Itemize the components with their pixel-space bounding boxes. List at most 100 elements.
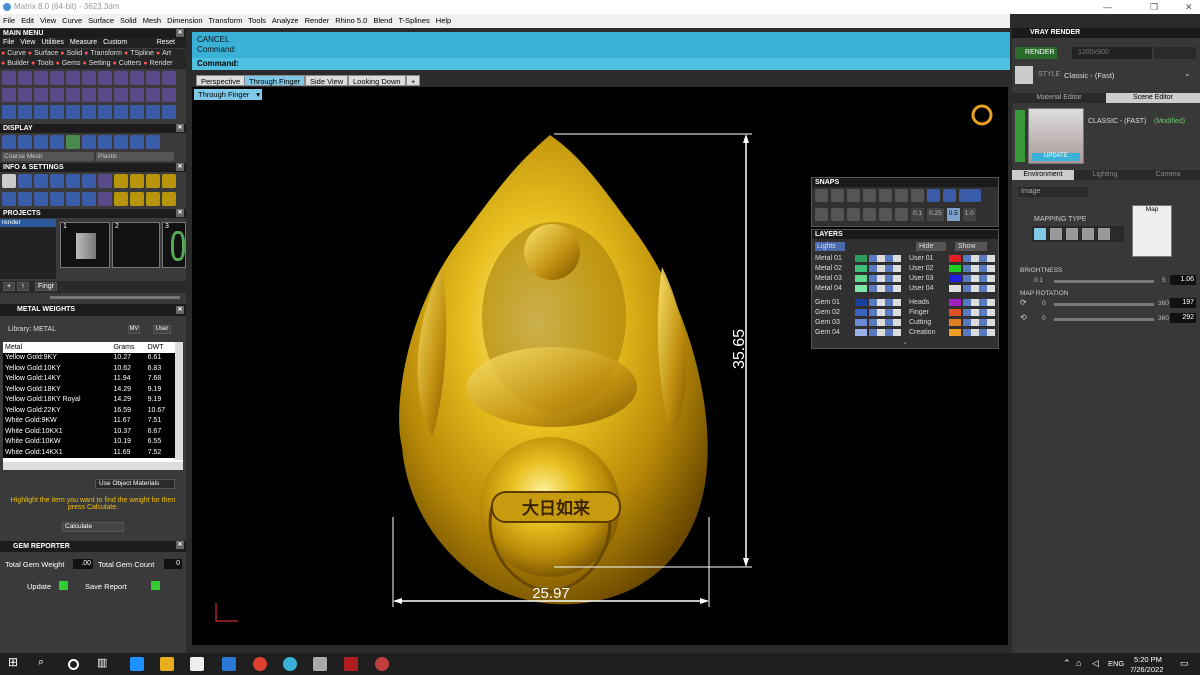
layer-color-swatch[interactable] (855, 255, 867, 262)
table-row[interactable]: Yellow Gold:22KY 16.59 10.67 (3, 405, 175, 416)
curve-tool-icon[interactable] (114, 71, 128, 85)
info-tool-icon[interactable] (34, 174, 48, 188)
mapping-cylinder-icon[interactable] (1066, 228, 1078, 240)
search-icon[interactable]: ⌕ (38, 656, 52, 670)
transform-tool-icon[interactable] (114, 105, 128, 119)
info-tool-icon[interactable] (130, 174, 144, 188)
edge-icon[interactable] (130, 657, 144, 671)
table-row[interactable]: White Gold:9KW 11.67 7.51 (3, 415, 175, 426)
surface-tool-icon[interactable] (66, 88, 80, 102)
layer-row[interactable]: Gem 04 (815, 328, 840, 337)
mm-view[interactable]: View (17, 39, 38, 46)
info-tool-icon[interactable] (114, 174, 128, 188)
projects-scroll[interactable] (50, 296, 180, 299)
layer-row[interactable]: Gem 01 (815, 298, 840, 307)
info-tool-icon[interactable] (114, 192, 128, 206)
reset-button[interactable]: Reset (154, 38, 178, 48)
layer-row[interactable]: User 01 (909, 254, 934, 263)
display-mode-icon[interactable] (2, 135, 16, 149)
rotation-value-2[interactable]: 292 (1170, 313, 1196, 323)
menu-tsplines[interactable]: T-Splines (396, 14, 433, 28)
layer-controls[interactable] (963, 285, 995, 292)
mm-tools[interactable]: Tools (36, 60, 54, 67)
menu-edit[interactable]: Edit (18, 14, 37, 28)
mm-cutters[interactable]: Cutters (118, 60, 143, 67)
menu-tools[interactable]: Tools (245, 14, 269, 28)
layer-controls[interactable] (869, 319, 901, 326)
transform-tool-icon[interactable] (130, 105, 144, 119)
layer-controls[interactable] (963, 329, 995, 336)
snap-cen-icon[interactable] (879, 189, 892, 202)
mm-art[interactable]: Art (161, 50, 172, 57)
tab-scene-editor[interactable]: Scene Editor (1106, 93, 1200, 103)
app-icon[interactable] (375, 657, 389, 671)
display-mode-icon[interactable] (130, 135, 144, 149)
mm-setting[interactable]: Setting (88, 60, 112, 67)
layer-controls[interactable] (963, 299, 995, 306)
layer-controls[interactable] (869, 329, 901, 336)
project-thumb-1[interactable]: 1 (60, 222, 110, 268)
brightness-slider[interactable] (1054, 280, 1154, 283)
resolution-field[interactable]: 1200x900 (1072, 47, 1152, 59)
layer-color-swatch[interactable] (949, 309, 961, 316)
transform-tool-icon[interactable] (34, 105, 48, 119)
save-report-button[interactable]: Save Report (85, 582, 127, 591)
layer-color-swatch[interactable] (855, 265, 867, 272)
menu-view[interactable]: View (37, 14, 59, 28)
surface-tool-icon[interactable] (98, 88, 112, 102)
tab-add[interactable]: + (406, 75, 421, 86)
layer-controls[interactable] (869, 275, 901, 282)
mapping-box-icon[interactable] (1050, 228, 1062, 240)
mm-tspline[interactable]: TSpline (129, 50, 155, 57)
layer-color-swatch[interactable] (949, 329, 961, 336)
curve-tool-icon[interactable] (50, 71, 64, 85)
close-icon[interactable]: ✕ (176, 306, 184, 314)
close-icon[interactable]: ✕ (176, 29, 184, 37)
mm-transform[interactable]: Transform (89, 50, 123, 57)
project-item[interactable]: render (0, 219, 56, 227)
menu-help[interactable]: Help (433, 14, 454, 28)
layer-row[interactable]: Finger (909, 308, 929, 317)
eye-icon[interactable] (879, 208, 892, 221)
menu-solid[interactable]: Solid (117, 14, 140, 28)
info-tool-icon[interactable] (162, 174, 176, 188)
table-row[interactable]: Yellow Gold:14KY 11.94 7.68 (3, 373, 175, 384)
tab-side-view[interactable]: Side View (305, 75, 349, 86)
info-tool-icon[interactable] (18, 174, 32, 188)
close-icon[interactable]: ✕ (176, 124, 184, 132)
layer-row[interactable]: User 02 (909, 264, 934, 273)
info-tool-icon[interactable] (50, 174, 64, 188)
3d-viewport[interactable]: 大日如来 35.65 25.97 (192, 87, 1008, 645)
transform-tool-icon[interactable] (2, 105, 16, 119)
snap-value[interactable]: 0.25 (927, 208, 944, 221)
menu-blend[interactable]: Blend (370, 14, 395, 28)
expand-icon[interactable]: ⌄ (902, 338, 908, 346)
layer-row[interactable]: User 04 (909, 284, 934, 293)
mm-utilities[interactable]: Utilities (38, 39, 67, 46)
snap-perp-icon[interactable] (911, 189, 924, 202)
layer-controls[interactable] (869, 285, 901, 292)
brightness-value[interactable]: 1.06 (1170, 275, 1196, 285)
layer-color-swatch[interactable] (949, 319, 961, 326)
volume-icon[interactable]: ◁ (1092, 658, 1099, 669)
layer-color-swatch[interactable] (855, 285, 867, 292)
info-tool-icon[interactable] (66, 174, 80, 188)
col-metal[interactable]: Metal (3, 342, 111, 353)
menu-surface[interactable]: Surface (85, 14, 117, 28)
layer-controls[interactable] (869, 309, 901, 316)
transform-tool-icon[interactable] (146, 105, 160, 119)
fingr-button[interactable]: Fingr (35, 282, 57, 291)
table-row[interactable]: Yellow Gold:10KY 10.62 6.83 (3, 363, 175, 374)
curve-tool-icon[interactable] (146, 71, 160, 85)
chevron-down-icon[interactable]: ⌄ (1184, 69, 1191, 78)
store-icon[interactable] (190, 657, 204, 671)
file-explorer-icon[interactable] (160, 657, 174, 671)
col-dwt[interactable]: DWT (146, 342, 175, 353)
user-button[interactable]: User (153, 325, 171, 334)
display-mode-icon[interactable] (114, 135, 128, 149)
cortana-icon[interactable] (68, 659, 79, 670)
transform-tool-icon[interactable] (98, 105, 112, 119)
matrix-app-icon[interactable] (283, 657, 297, 671)
update-button[interactable]: UPDATE (1032, 153, 1080, 161)
snap-value[interactable]: 1.0 (962, 208, 976, 221)
